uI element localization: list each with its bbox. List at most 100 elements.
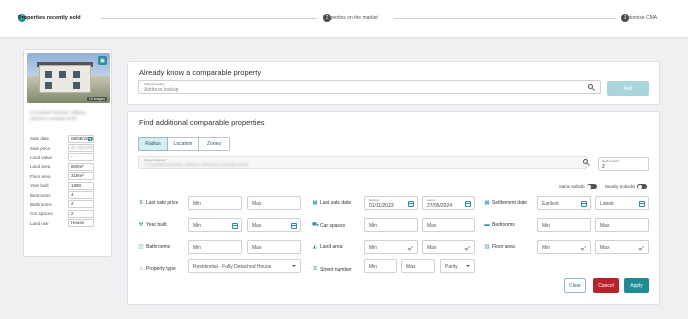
year-built-min[interactable]: Min (188, 218, 242, 232)
attr-value-text: $1,000,000 (71, 145, 94, 151)
calendar-icon[interactable] (465, 201, 471, 207)
image-icon[interactable]: ▣ (98, 56, 107, 65)
car-spaces-text: Car spaces (320, 222, 346, 229)
bedrooms-max[interactable]: Max (595, 218, 649, 232)
apply-button[interactable]: Apply (624, 278, 649, 293)
step-connector (394, 18, 616, 19)
land-area-text: Land area (320, 244, 343, 250)
bathrooms-text: Bathrooms (146, 244, 171, 250)
settlement-date-to[interactable]: Latest (595, 196, 649, 210)
floor-area-max-placeholder: Max (600, 245, 610, 251)
cancel-button[interactable]: Cancel (593, 278, 619, 293)
step-3[interactable]: 3 Customise CMA (621, 14, 657, 22)
add-button[interactable]: Add (607, 81, 649, 96)
attr-label: Floor area (30, 173, 51, 179)
floor-area-min[interactable]: Min m2 (537, 240, 591, 254)
attr-row: Sale date 08/08/2023 (30, 134, 110, 143)
attr-value: 1990 (68, 181, 94, 190)
bedrooms-min-placeholder: Min (542, 223, 551, 229)
calendar-icon[interactable] (408, 201, 414, 207)
last-sale-price-min[interactable]: Min (188, 196, 242, 210)
land-area-min-placeholder: Min (369, 245, 378, 251)
calendar-icon[interactable] (291, 223, 297, 229)
parity-value: Parity (445, 264, 458, 270)
last-sale-price-min-placeholder: Min (193, 201, 202, 207)
settlement-date-to-placeholder: Latest (600, 201, 614, 207)
last-sale-price-max-placeholder: Max (252, 201, 262, 207)
property-type-select[interactable]: Residential - Fully Detached House (188, 259, 301, 273)
floor-area-min-unit: m2 (581, 245, 586, 252)
street-number-min[interactable]: Min (364, 259, 397, 273)
calendar-icon[interactable] (639, 201, 645, 207)
same-suburb-label: Same Suburb (559, 184, 585, 189)
unit-exponent: 2 (584, 245, 586, 249)
address-lookup-label: Address lookup (144, 82, 165, 86)
step-1[interactable]: 1 Properties recently sold (18, 14, 81, 22)
last-sale-date-to-value: 27/05/2024 (427, 202, 453, 209)
nearby-suburbs-toggle[interactable]: Nearby Suburbs (605, 184, 648, 189)
calendar-icon[interactable] (232, 223, 238, 229)
nearby-suburbs-switch[interactable] (637, 184, 648, 189)
last-sale-date-text: Last sale date (320, 200, 352, 206)
step-2[interactable]: 2 Properties on the market (323, 14, 378, 22)
subject-property-card: 19 images ▣ 5 Excellent Retreat, Hillary… (23, 49, 112, 257)
bathrooms-label: ◫ Bathrooms (138, 244, 170, 250)
bedrooms-label: ▬ Bedrooms (484, 222, 515, 228)
attr-label: Land value (30, 154, 53, 160)
floor-plan-icon: ▥ (484, 244, 490, 250)
bedrooms-min[interactable]: Min (537, 218, 591, 232)
parity-select[interactable]: Parity (440, 259, 475, 273)
year-built-max-placeholder: Max (252, 223, 262, 229)
attr-label: Land use (30, 220, 49, 226)
attr-row: Sale price $1,000,000 (30, 143, 110, 153)
property-photo[interactable]: 19 images ▣ (27, 53, 110, 103)
address-lookup-input[interactable]: Address lookup Address lookup (138, 80, 601, 94)
tab-zones[interactable]: Zones (199, 137, 230, 151)
settlement-date-from[interactable]: Earliest (537, 196, 591, 210)
land-area-max[interactable]: Max m2 (422, 240, 475, 254)
address-lookup-placeholder: Address lookup (144, 87, 179, 93)
same-suburb-toggle[interactable]: Same Suburb (559, 184, 597, 189)
street-number-max[interactable]: Max (401, 259, 435, 273)
year-built-max[interactable]: Max (247, 218, 301, 232)
unit-exponent: 2 (411, 245, 413, 249)
radius-input[interactable]: Radius (km)* 2 (598, 157, 649, 171)
step-2-label: Properties on the market (323, 15, 378, 21)
car-spaces-min-placeholder: Min (369, 223, 378, 229)
year-built-min-placeholder: Min (193, 223, 202, 229)
attr-row: Land value - (30, 153, 110, 162)
last-sale-date-to[interactable]: Latest 27/05/2024 (422, 196, 475, 210)
bathrooms-min[interactable]: Min (188, 240, 242, 254)
search-icon[interactable] (583, 159, 590, 166)
search-icon[interactable] (588, 84, 595, 91)
subject-address-field[interactable]: Subject address* 5 Excellent Retreat, Hi… (138, 156, 587, 169)
car-spaces-min[interactable]: Min (364, 218, 418, 232)
clear-button[interactable]: Clear (564, 278, 586, 293)
attr-row: Car spaces 2 (30, 209, 110, 218)
floor-area-max[interactable]: Max m2 (595, 240, 649, 254)
tab-location[interactable]: Location (168, 137, 199, 151)
chevron-down-icon (292, 265, 296, 267)
car-spaces-label: ⛟ Car spaces (312, 222, 345, 229)
last-sale-date-from-value: 01/11/2023 (369, 202, 394, 209)
image-count-badge: 19 images (86, 97, 107, 101)
last-sale-date-from[interactable]: Earliest 01/11/2023 (364, 196, 418, 210)
attr-label: Sale price (30, 145, 51, 151)
bathrooms-max[interactable]: Max (247, 240, 301, 254)
year-built-text: Year built (146, 222, 167, 228)
calendar-icon[interactable] (581, 201, 587, 207)
unit-exponent: 2 (642, 245, 644, 249)
same-suburb-switch[interactable] (586, 184, 597, 189)
last-sale-price-max[interactable]: Max (247, 196, 301, 210)
bed-icon: ▬ (484, 222, 490, 228)
known-comparable-title: Already know a comparable property (139, 68, 262, 77)
nearby-suburbs-label: Nearby Suburbs (605, 184, 636, 189)
attr-value: - (68, 153, 94, 162)
land-area-min[interactable]: Min m2 (364, 240, 418, 254)
car-spaces-max[interactable]: Max (422, 218, 475, 232)
step-3-label: Customise CMA (621, 15, 658, 21)
attr-label: Bathrooms (30, 201, 52, 207)
tab-radius[interactable]: Radius (138, 137, 168, 151)
bedrooms-text: Bedrooms (492, 222, 515, 228)
street-number-label: ⌸ Street number (312, 266, 351, 273)
